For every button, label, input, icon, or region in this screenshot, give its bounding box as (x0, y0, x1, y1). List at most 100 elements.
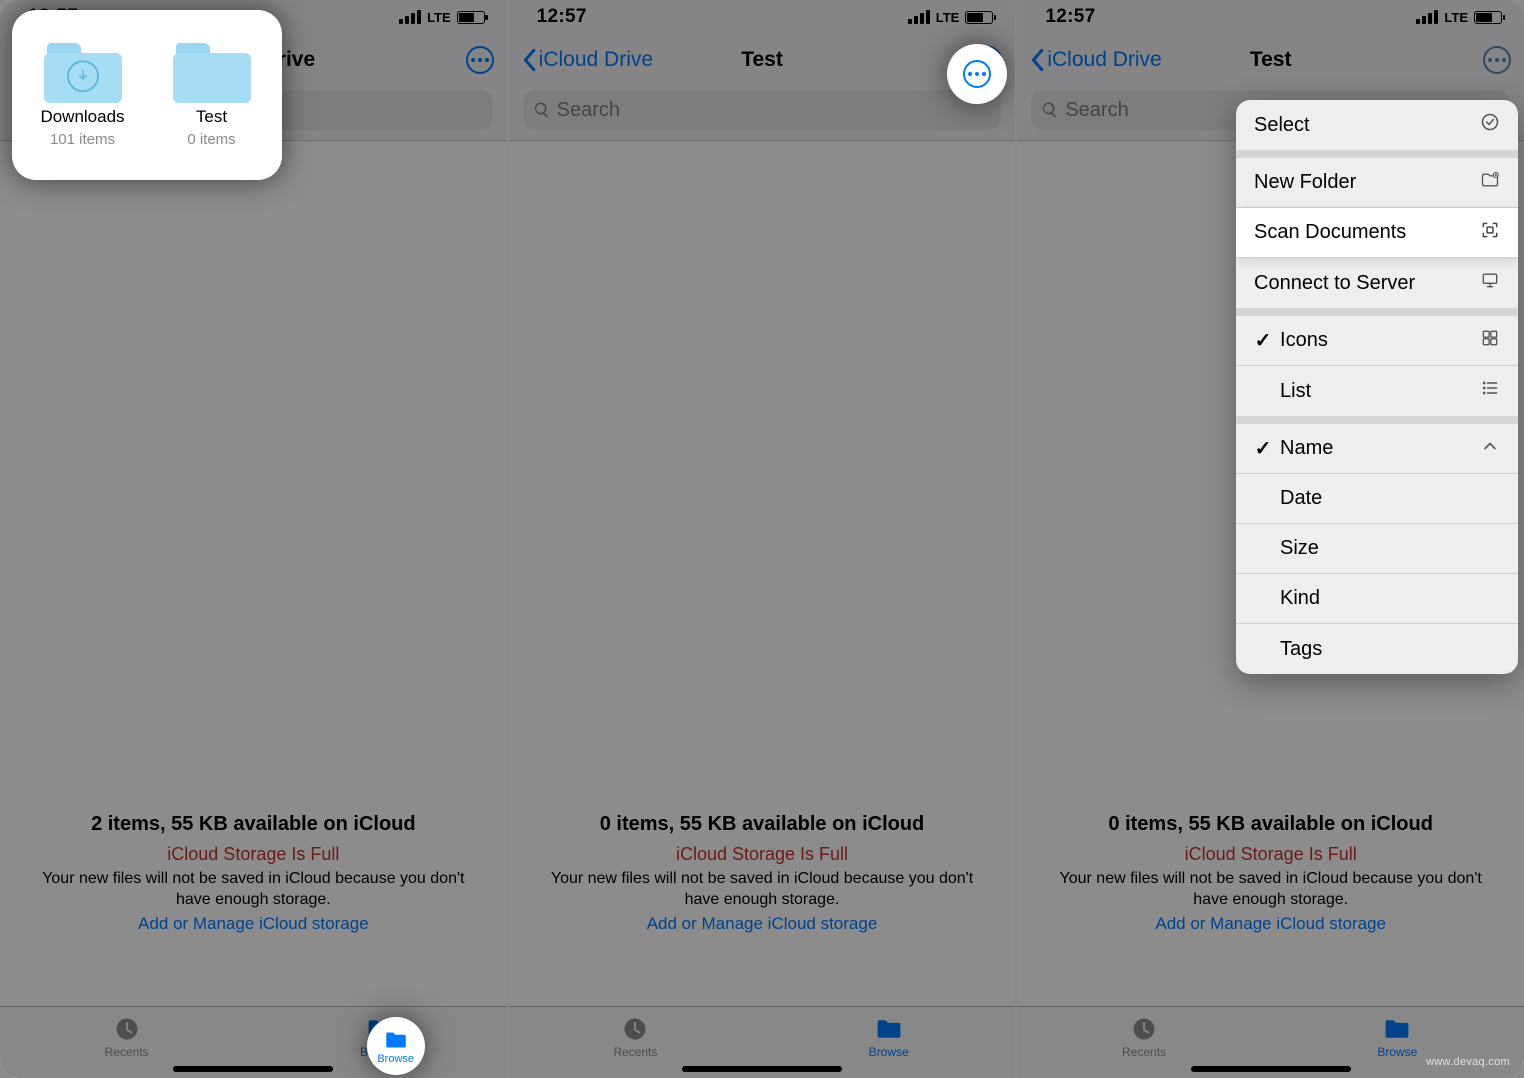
context-menu: Select New Folder Scan Documents (1236, 100, 1518, 674)
menu-sort-tags[interactable]: Tags (1236, 624, 1518, 674)
tab-browse-label: Browse (869, 1045, 909, 1059)
check-icon: ✓ (1254, 328, 1272, 353)
menu-new-folder[interactable]: New Folder (1236, 158, 1518, 208)
menu-label: New Folder (1254, 171, 1356, 194)
menu-connect-server[interactable]: Connect to Server (1236, 258, 1518, 308)
check-icon: ✓ (1254, 436, 1272, 461)
menu-label: Icons (1280, 329, 1328, 352)
folder-subtitle: 0 items (187, 131, 235, 148)
search-icon (533, 101, 551, 119)
download-badge-icon (67, 60, 99, 92)
grid-icon (1480, 328, 1500, 354)
footer-manage-link[interactable]: Add or Manage iCloud storage (539, 913, 986, 936)
footer-warning: iCloud Storage Is Full (30, 842, 477, 866)
network-label: LTE (1444, 10, 1468, 25)
status-bar: 12:57 LTE (1017, 0, 1524, 34)
search-input[interactable]: Search (523, 90, 1002, 130)
content-area: 0 items, 55 KB available on iCloud iClou… (509, 140, 1016, 1006)
home-indicator[interactable] (682, 1066, 842, 1072)
menu-label: Kind (1280, 587, 1320, 610)
folder-name: Test (196, 107, 227, 127)
menu-label: Tags (1280, 638, 1322, 661)
footer-detail: Your new files will not be saved in iClo… (1047, 868, 1494, 911)
battery-icon (457, 11, 485, 24)
menu-label: Date (1280, 487, 1322, 510)
checkmark-circle-icon (1480, 112, 1500, 138)
menu-sort-date[interactable]: Date (1236, 474, 1518, 524)
menu-sort-size[interactable]: Size (1236, 524, 1518, 574)
folder-downloads[interactable]: Downloads 101 items (23, 43, 143, 148)
tab-recents-label: Recents (105, 1045, 149, 1059)
watermark: www.devaq.com (1426, 1056, 1510, 1068)
back-label: iCloud Drive (539, 48, 653, 72)
scan-icon (1480, 220, 1500, 246)
more-button[interactable] (1482, 45, 1512, 75)
back-button[interactable]: iCloud Drive (521, 48, 653, 72)
nav-bar: iCloud Drive Test (509, 34, 1016, 86)
storage-footer: 0 items, 55 KB available on iCloud iClou… (1017, 811, 1524, 936)
storage-footer: 0 items, 55 KB available on iCloud iClou… (509, 811, 1016, 936)
search-placeholder: Search (1065, 99, 1128, 122)
tab-recents-label: Recents (1122, 1045, 1166, 1059)
tab-browse-label: Browse (377, 1053, 414, 1065)
chevron-left-icon (521, 48, 537, 72)
screen-test-folder: 12:57 LTE iCloud Drive Test Search 0 ite… (509, 0, 1016, 1078)
battery-icon (1474, 11, 1502, 24)
folder-icon (873, 1015, 905, 1043)
ellipsis-circle-icon (963, 60, 991, 88)
status-time: 12:57 (1045, 6, 1095, 28)
menu-view-icons[interactable]: ✓ Icons (1236, 316, 1518, 366)
menu-label: Scan Documents (1254, 221, 1406, 244)
footer-summary: 2 items, 55 KB available on iCloud (30, 811, 477, 838)
footer-warning: iCloud Storage Is Full (539, 842, 986, 866)
folder-icon (382, 1028, 410, 1052)
search-icon (1041, 101, 1059, 119)
screen-test-menu: 12:57 LTE iCloud Drive Test Search 0 ite… (1017, 0, 1524, 1078)
footer-summary: 0 items, 55 KB available on iCloud (539, 811, 986, 838)
folder-icon (44, 43, 122, 103)
ellipsis-circle-icon (1483, 46, 1511, 74)
footer-detail: Your new files will not be saved in iClo… (539, 868, 986, 911)
menu-select[interactable]: Select (1236, 100, 1518, 150)
status-bar: 12:57 LTE (509, 0, 1016, 34)
home-indicator[interactable] (1191, 1066, 1351, 1072)
footer-warning: iCloud Storage Is Full (1047, 842, 1494, 866)
footer-detail: Your new files will not be saved in iClo… (30, 868, 477, 911)
highlight-more-button (947, 44, 1007, 104)
battery-icon (965, 11, 993, 24)
menu-label: List (1280, 380, 1311, 403)
back-button[interactable]: iCloud Drive (1029, 48, 1161, 72)
menu-label: Size (1280, 537, 1319, 560)
signal-icon (399, 10, 421, 24)
more-button[interactable] (465, 45, 495, 75)
folder-name: Downloads (40, 107, 124, 127)
footer-summary: 0 items, 55 KB available on iCloud (1047, 811, 1494, 838)
network-label: LTE (427, 10, 451, 25)
menu-label: Connect to Server (1254, 272, 1415, 295)
nav-bar: iCloud Drive Test (1017, 34, 1524, 86)
screen-browse-icloud-drive: 12:57 LTE Browse iCloud Drive Search 2 i… (0, 0, 507, 1078)
highlight-browse-tab: Browse (367, 1017, 425, 1075)
home-indicator[interactable] (173, 1066, 333, 1072)
chevron-up-icon (1480, 436, 1500, 462)
back-label: iCloud Drive (1047, 48, 1161, 72)
list-icon (1480, 378, 1500, 404)
menu-scan-documents[interactable]: Scan Documents (1236, 208, 1518, 258)
content-area: 2 items, 55 KB available on iCloud iClou… (0, 140, 507, 1006)
folder-test[interactable]: Test 0 items (152, 43, 272, 148)
menu-sort-kind[interactable]: Kind (1236, 574, 1518, 624)
highlight-folders: Downloads 101 items Test 0 items (12, 10, 282, 180)
tab-browse-label: Browse (1377, 1045, 1417, 1059)
footer-manage-link[interactable]: Add or Manage iCloud storage (1047, 913, 1494, 936)
menu-sort-name[interactable]: ✓ Name (1236, 424, 1518, 474)
status-time: 12:57 (537, 6, 587, 28)
folder-subtitle: 101 items (50, 131, 115, 148)
chevron-left-icon (1029, 48, 1045, 72)
storage-footer: 2 items, 55 KB available on iCloud iClou… (0, 811, 507, 936)
signal-icon (908, 10, 930, 24)
footer-manage-link[interactable]: Add or Manage iCloud storage (30, 913, 477, 936)
clock-icon (619, 1015, 651, 1043)
tab-recents-label: Recents (613, 1045, 657, 1059)
menu-label: Name (1280, 437, 1333, 460)
menu-view-list[interactable]: List (1236, 366, 1518, 416)
